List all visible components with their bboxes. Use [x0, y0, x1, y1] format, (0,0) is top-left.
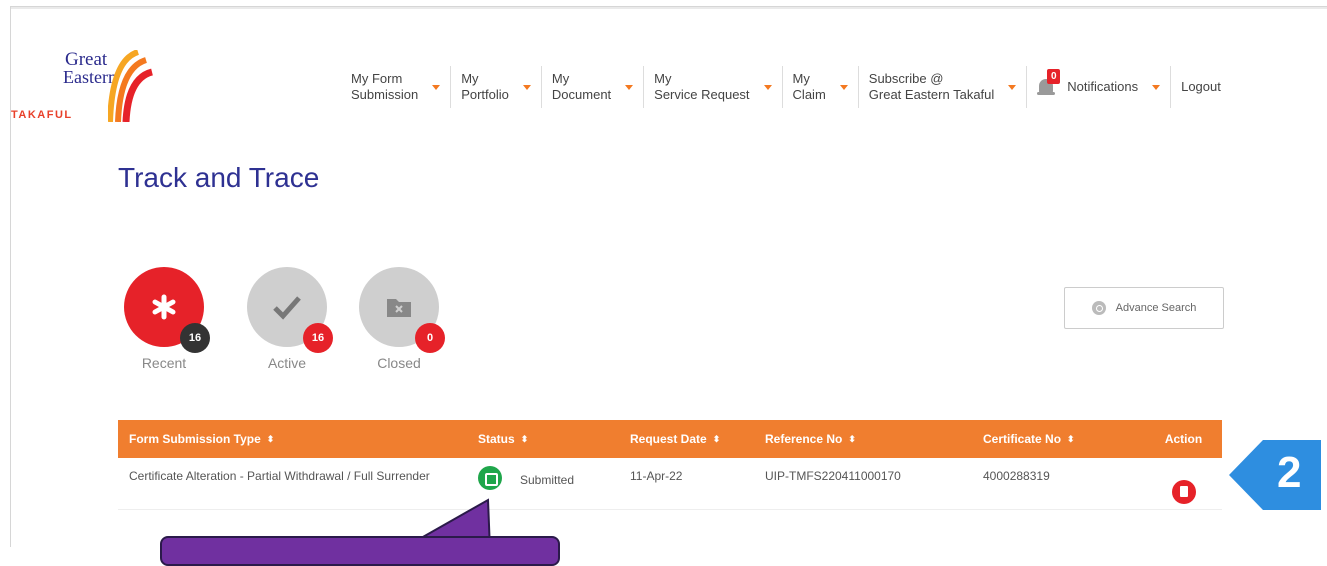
step-number: 2	[1277, 448, 1302, 497]
stat-recent[interactable]: 16 Recent	[124, 267, 210, 371]
search-icon	[1091, 301, 1106, 315]
stat-closed[interactable]: 0 Closed	[359, 267, 445, 371]
notifications-label: Notifications	[1067, 79, 1139, 94]
header-certificate-no[interactable]: Certificate No ⬍	[983, 432, 1145, 446]
stat-label: Closed	[377, 355, 421, 371]
nav-label-line1: My	[461, 71, 479, 86]
sort-icon: ⬍	[848, 433, 856, 444]
nav-label-line2: Service Request	[654, 87, 750, 102]
nav-label-line2: Claim	[792, 87, 826, 102]
nav-my-portfolio[interactable]: My Portfolio	[450, 66, 541, 108]
bell-icon: 0	[1037, 69, 1061, 99]
stat-count-badge: 0	[415, 323, 445, 353]
cell-status: Submitted	[478, 458, 630, 509]
logout-label: Logout	[1181, 79, 1221, 94]
nav-my-service-request[interactable]: My Service Request	[643, 66, 781, 108]
cell-action	[1145, 458, 1222, 509]
nav-my-document[interactable]: My Document	[540, 66, 643, 108]
header-label: Form Submission Type	[129, 432, 261, 446]
stat-label: Recent	[141, 355, 187, 371]
header-label: Request Date	[630, 432, 707, 446]
callout-arrow-icon	[1229, 440, 1321, 510]
header-label: Certificate No	[983, 432, 1062, 446]
submissions-table: Form Submission Type ⬍ Status ⬍ Request Da…	[118, 420, 1222, 510]
great-eastern-takaful-logo[interactable]: Great Eastern TAKAFUL	[11, 47, 154, 122]
view-document-icon[interactable]	[1171, 480, 1196, 504]
sort-icon: ⬍	[712, 433, 721, 444]
caret-down-icon	[625, 84, 634, 90]
nav-label-line2: Submission	[351, 87, 419, 102]
stat-circle: 0	[359, 267, 445, 353]
advance-search-label: Advance Search	[1115, 302, 1197, 314]
caret-down-icon	[1152, 84, 1161, 90]
nav-label-line1: Subscribe @	[868, 71, 944, 86]
notification-count-badge: 0	[1047, 69, 1061, 84]
logo-arc-icon	[108, 50, 154, 122]
status-label: Submitted	[520, 473, 575, 487]
stat-count-badge: 16	[180, 323, 210, 353]
caret-down-icon	[839, 84, 848, 90]
sort-icon: ⬍	[266, 433, 275, 444]
top-border	[11, 7, 1327, 9]
annotation-callout-box	[160, 536, 560, 566]
table-header: Form Submission Type ⬍ Status ⬍ Request Da…	[118, 420, 1222, 458]
step-callout: 2	[1229, 440, 1321, 510]
header-action: Action	[1145, 432, 1222, 446]
logo-line-takaful: TAKAFUL	[11, 109, 73, 121]
stat-active[interactable]: 16 Active	[247, 267, 333, 371]
caret-down-icon	[432, 84, 441, 90]
cell-request-date: 11-Apr-22	[630, 469, 683, 483]
nav-notifications[interactable]: 0 Notifications	[1026, 66, 1170, 108]
nav-subscribe[interactable]: Subscribe @ Great Eastern Takaful	[857, 66, 1027, 108]
caret-down-icon	[1008, 84, 1017, 90]
nav-label-line1: My Form	[351, 71, 403, 86]
stat-count-badge: 16	[303, 323, 333, 353]
header-form-submission-type[interactable]: Form Submission Type ⬍	[118, 432, 478, 446]
header-label: Action	[1164, 432, 1203, 446]
nav-label-line2: Great Eastern Takaful	[868, 87, 995, 102]
header-request-date[interactable]: Request Date ⬍	[630, 432, 765, 446]
sort-icon: ⬍	[520, 433, 529, 444]
stat-circle: 16	[247, 267, 333, 353]
header-status[interactable]: Status ⬍	[478, 432, 630, 446]
nav-label-line1: My	[654, 71, 672, 86]
header-reference-no[interactable]: Reference No ⬍	[765, 432, 983, 446]
page-title: Track and Trace	[118, 162, 320, 193]
nav-my-form-submission[interactable]: My Form Submission	[341, 66, 450, 108]
main-nav: My Form Submission My Portfolio My Document…	[341, 65, 1231, 109]
submitted-status-icon	[478, 466, 502, 490]
caret-down-icon	[763, 84, 772, 90]
nav-my-claim[interactable]: My Claim	[781, 66, 858, 108]
header-label: Reference No	[765, 432, 843, 446]
nav-label-line2: Portfolio	[461, 87, 509, 102]
nav-label-line2: Document	[551, 87, 612, 102]
nav-label-line1: My	[792, 71, 810, 86]
nav-logout[interactable]: Logout	[1170, 66, 1231, 108]
app-window: Great Eastern TAKAFUL My Form Submission …	[10, 6, 1327, 547]
stat-label: Active	[267, 355, 307, 371]
advance-search-button[interactable]: Advance Search	[1064, 287, 1224, 329]
caret-down-icon	[522, 84, 531, 90]
cell-certificate-no: 4000288319	[983, 469, 1050, 483]
cell-reference-no: UIP-TMFS220411000170	[765, 469, 901, 483]
table-row[interactable]: Certificate Alteration - Partial Withdra…	[118, 458, 1222, 510]
sort-icon: ⬍	[1067, 433, 1075, 444]
header-label: Status	[478, 432, 515, 446]
nav-label-line1: My	[551, 71, 570, 86]
stat-circle: 16	[124, 267, 210, 353]
